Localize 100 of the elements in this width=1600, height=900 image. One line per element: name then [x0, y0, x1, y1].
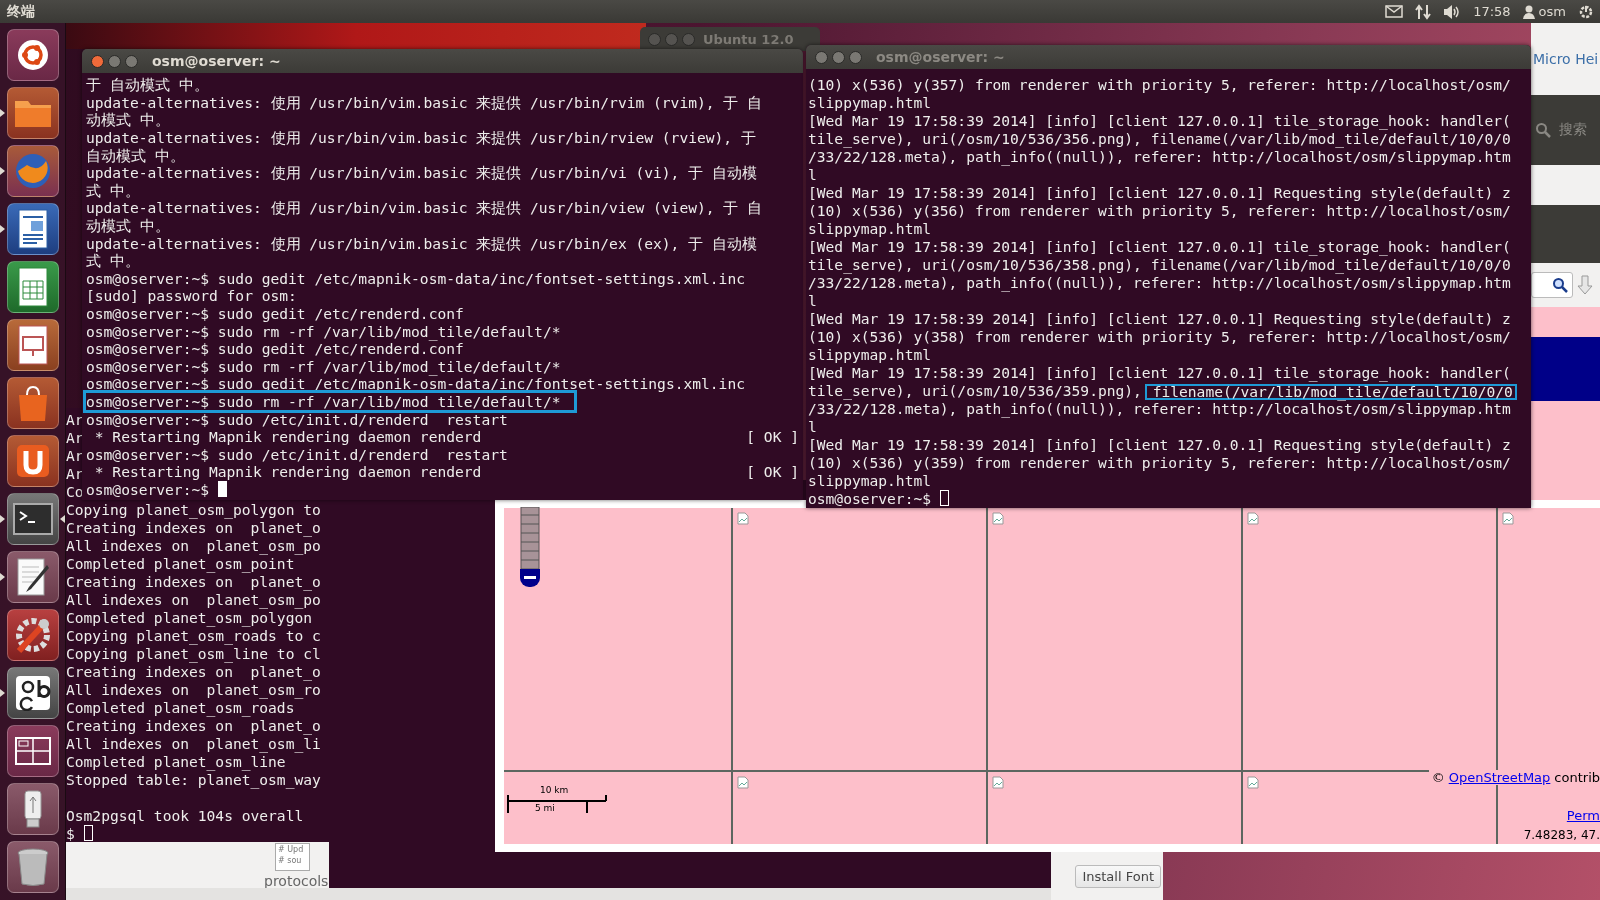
launcher-item[interactable]	[6, 783, 59, 835]
install-font-button[interactable]: Install Font	[1075, 864, 1161, 888]
broken-image-icon	[737, 776, 749, 789]
search-field[interactable]	[1531, 272, 1573, 298]
terminal-prompt: $	[66, 824, 76, 842]
status-label: [ OK ]	[746, 463, 799, 481]
terminal-line: Ar	[66, 428, 84, 446]
launcher-item[interactable]	[6, 435, 59, 487]
terminal-line: 式 中。	[86, 252, 140, 270]
terminal-line: 动模式 中。	[86, 217, 170, 235]
terminal-line: Osm2pgsql took 104s overall	[66, 806, 304, 824]
terminal-line: Ar	[66, 410, 84, 428]
user-name[interactable]: osm	[1538, 4, 1566, 19]
terminal-line: Ar	[66, 446, 84, 464]
terminal-line: Creating indexes on planet_o	[66, 518, 321, 536]
toolbar-background	[1531, 205, 1600, 263]
broken-image-icon	[1247, 776, 1259, 789]
terminal-line: update-alternatives: 使用 /usr/bin/vim.basic 来提供 /usr/bin/view (view), 于 自	[86, 199, 763, 217]
launcher-item[interactable]	[6, 667, 59, 719]
minimize-button[interactable]	[108, 54, 121, 68]
close-button[interactable]	[91, 54, 104, 68]
launcher-item[interactable]	[6, 261, 59, 313]
terminal-line: osm@oserver:~$ sudo gedit /etc/renderd.conf	[86, 305, 464, 322]
launcher-item[interactable]	[6, 551, 59, 603]
document-icon	[16, 209, 49, 249]
terminal-line: /33/22/128.meta), path_info((null)), referer: http://localhost/osm/slippymap.htm	[808, 147, 1511, 165]
close-button[interactable]	[815, 50, 828, 64]
terminal-line: 自动模式 中。	[86, 146, 185, 164]
terminal-line: All indexes on planet_osm_po	[66, 536, 321, 554]
terminal-line: (10) x(536) y(356) from renderer with priority 5, referer: http://localhost/osm/	[808, 201, 1511, 219]
app-title: 终端	[7, 2, 35, 21]
trash-icon	[15, 847, 50, 887]
minimize-button[interactable]	[832, 50, 845, 64]
launcher-item[interactable]	[6, 725, 59, 777]
terminal-line: 式 中。	[86, 181, 140, 199]
clock[interactable]: 17:58	[1473, 4, 1511, 19]
map-view[interactable]: 10 km 5 mi © OpenStreetMap contrib Perm 7.48283, 47.	[504, 508, 1600, 844]
scale-label: 10 km	[540, 785, 569, 795]
launcher-item[interactable]	[6, 493, 59, 545]
settings-icon[interactable]	[1578, 3, 1594, 20]
terminal-line: Creating indexes on planet_o	[66, 716, 321, 734]
font-name: Micro Hei	[1532, 51, 1599, 67]
terminal-icon	[12, 503, 53, 535]
zoom-out-button[interactable]	[520, 569, 540, 587]
terminal-line: Ar	[66, 464, 84, 482]
launcher-item[interactable]	[6, 841, 59, 893]
speaker-icon[interactable]	[1443, 3, 1462, 20]
terminal-line: Copying planet_osm_polygon to	[66, 500, 321, 518]
terminal-line: (10) x(536) y(358) from renderer with priority 5, referer: http://localhost/osm/	[808, 327, 1511, 345]
permalink-link[interactable]: Perm	[1566, 808, 1600, 823]
terminal-line: tile_serve), uri(/osm/10/536/358.png), filename(/var/lib/mod_tile/default/10/0/0	[808, 255, 1511, 273]
terminal-line: osm@oserver:~$ sudo gedit /etc/mapnik-osm-data/inc/fontset-settings.xml.inc	[86, 375, 745, 393]
terminal-line: (10) x(536) y(359) from renderer with priority 5, referer: http://localhost/osm/	[808, 453, 1511, 471]
launcher-item[interactable]	[6, 319, 59, 371]
presentation-icon	[16, 325, 49, 365]
terminal-line: 于 自动模式 中。	[86, 76, 209, 94]
terminal-line: tile_serve), uri(/osm/10/536/359.png),	[808, 381, 1143, 399]
terminal-line: osm@oserver:~$ sudo rm -rf /var/lib/mod_tile/default/*	[86, 393, 575, 410]
broken-image-icon	[1247, 512, 1259, 525]
network-arrows-icon[interactable]	[1415, 3, 1432, 20]
window-title: Ubuntu 12.0	[703, 31, 794, 47]
attribution-text: contrib	[1554, 770, 1600, 785]
terminal-line: osm@oserver:~$ sudo /etc/init.d/renderd restart	[86, 445, 508, 463]
terminal-line: Completed planet_osm_roads	[66, 698, 295, 716]
search-bar[interactable]: 搜索	[1531, 95, 1600, 165]
terminal-line: Completed planet_osm_point	[66, 554, 295, 572]
window-title: osm@oserver: ~	[876, 49, 1005, 65]
launcher-item[interactable]	[6, 609, 59, 661]
launcher-item[interactable]	[6, 203, 59, 255]
grid-icon	[14, 737, 51, 765]
terminal-prompt: osm@oserver:~$	[86, 480, 210, 498]
broken-image-icon	[992, 776, 1004, 789]
launcher-item[interactable]	[6, 29, 59, 81]
launcher-item[interactable]	[6, 145, 59, 197]
terminal-line: slippymap.html	[808, 219, 931, 237]
terminal-line: update-alternatives: 使用 /usr/bin/vim.basic 来提供 /usr/bin/rview (rview), 于	[86, 129, 756, 147]
file-label[interactable]: protocols	[264, 873, 329, 889]
terminal-line: l	[808, 417, 817, 435]
terminal-line: Creating indexes on planet_o	[66, 572, 321, 590]
terminal-line: Creating indexes on planet_o	[66, 662, 321, 680]
file-thumbnail[interactable]: # Upd # sou	[275, 843, 310, 871]
terminal-line: osm@oserver:~$ sudo gedit /etc/mapnik-osm-data/inc/fontset-settings.xml.inc	[86, 269, 745, 287]
terminal-line: All indexes on planet_osm_po	[66, 590, 321, 608]
terminal-line: update-alternatives: 使用 /usr/bin/vim.basic 来提供 /usr/bin/vi (vi), 于 自动模	[86, 164, 757, 182]
scale-label: 5 mi	[535, 803, 555, 813]
terminal-line: [Wed Mar 19 17:58:39 2014] [info] [client 127.0.0.1] tile_storage_hook: handler(	[808, 237, 1511, 255]
terminal-line: slippymap.html	[808, 471, 931, 489]
terminal-line: [Wed Mar 19 17:58:39 2014] [info] [client 127.0.0.1] tile_storage_hook: handler(	[808, 363, 1511, 381]
envelope-icon[interactable]	[1385, 5, 1404, 18]
terminal-line: update-alternatives: 使用 /usr/bin/vim.basic 来提供 /usr/bin/ex (ex), 于 自动模	[86, 234, 757, 252]
terminal-line: Completed planet_osm_polygon	[66, 608, 312, 626]
terminal-line: update-alternatives: 使用 /usr/bin/vim.basic 来提供 /usr/bin/rvim (rvim), 于 自	[86, 93, 763, 111]
maximize-button[interactable]	[125, 54, 138, 68]
launcher-item[interactable]	[6, 87, 59, 139]
maximize-button[interactable]	[849, 50, 862, 64]
person-icon	[1522, 4, 1535, 19]
map-layer-panel	[1531, 337, 1600, 401]
attribution-link[interactable]: OpenStreetMap	[1448, 770, 1551, 785]
pencil-icon	[14, 557, 51, 597]
panel-background	[1531, 165, 1600, 205]
